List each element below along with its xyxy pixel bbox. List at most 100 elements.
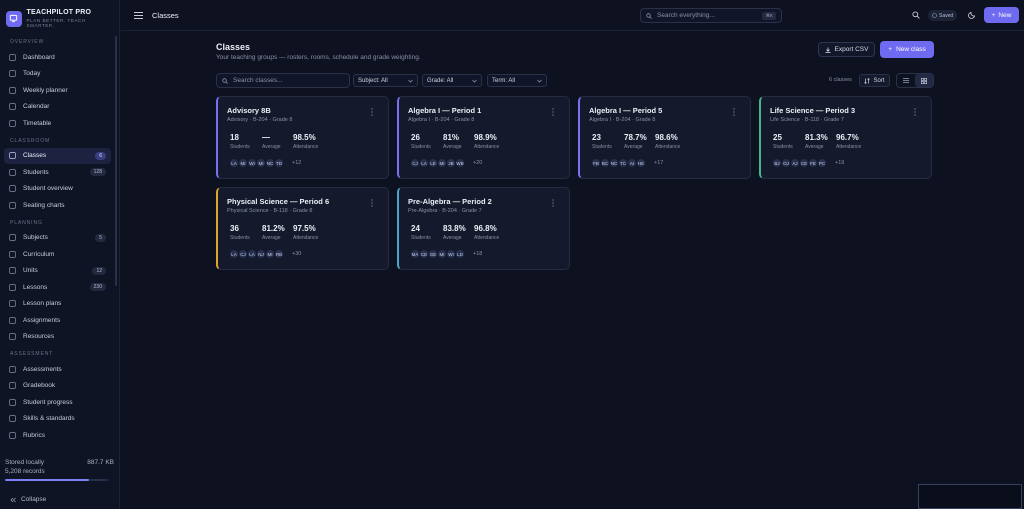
chevron-down-icon [472,79,477,83]
sidebar-section-label: ASSESSMENT [10,351,54,357]
search-icon[interactable] [911,10,921,20]
avatar: LD [455,249,465,259]
avatar: TD [274,158,284,168]
sidebar-item-calendar[interactable]: Calendar [4,99,111,116]
new-class-button[interactable]: + New class [880,41,934,58]
menu-icon[interactable] [133,10,143,20]
sidebar-item-gradebook[interactable]: Gradebook [4,378,111,395]
sidebar-item-resources[interactable]: Resources [4,329,111,346]
more-students-count: +17 [654,160,664,166]
moon-icon[interactable] [967,10,977,20]
collapse-button[interactable]: Collapse [10,496,46,503]
sidebar-item-today[interactable]: Today [4,66,111,83]
sidebar-item-dashboard[interactable]: Dashboard [4,49,111,66]
count-badge: 230 [89,283,106,292]
class-card[interactable]: Advisory 8B Advisory · B-204 · Grade 8 18 S… [216,96,389,179]
stat-value: — [262,133,270,142]
sort-button[interactable]: Sort [859,74,890,87]
stat-value: 81.2% [262,224,285,233]
stat-value: 96.7% [836,133,859,142]
grid-view-icon[interactable] [915,74,933,87]
new-button[interactable]: + New [984,7,1019,23]
clipboard-icon [9,300,16,308]
list-view-icon[interactable] [897,74,915,87]
export-csv-button[interactable]: Export CSV [818,42,875,57]
sidebar-item-rubrics[interactable]: Rubrics [4,427,111,444]
stat-label: Students [411,235,431,241]
search-icon [222,77,228,84]
search-classes-placeholder: Search classes... [233,77,283,84]
plus-icon: + [991,11,996,19]
count-badge: 12 [92,266,106,275]
more-vertical-icon[interactable] [370,108,374,116]
more-vertical-icon[interactable] [551,108,555,116]
more-vertical-icon[interactable] [732,108,736,116]
sidebar-item-label: Gradebook [23,382,56,390]
new-class-label: New class [896,46,926,53]
brand[interactable]: TEACHPILOT PRO PLAN BETTER. TEACH SMARTE… [0,0,119,37]
sidebar-item-label: Student progress [23,398,73,406]
sidebar-item-label: Lesson plans [23,300,62,308]
sidebar-item-subjects[interactable]: Subjects 5 [4,230,111,247]
stat-average: 83.8% Average [443,224,466,241]
sidebar-item-student-progress[interactable]: Student progress [4,394,111,411]
class-card[interactable]: Algebra I — Period 1 Algebra I · B-204 · … [397,96,570,179]
stat-label: Attendance [293,144,319,150]
search-classes-input[interactable]: Search classes... [216,73,350,88]
sidebar-item-label: Calendar [23,103,50,111]
stat-average: 81.3% Average [805,133,828,150]
sidebar-item-timetable[interactable]: Timetable [4,115,111,132]
stat-label: Average [443,235,462,241]
global-search-input[interactable]: Search everything... ⌘K [640,8,782,23]
stat-attendance: 98.6% Attendance [655,133,680,150]
sidebar-item-weekly-planner[interactable]: Weekly planner [4,82,111,99]
stat-label: Students [230,144,250,150]
sidebar-item-lessons[interactable]: Lessons 230 [4,279,111,296]
sidebar-item-units[interactable]: Units 12 [4,263,111,280]
stat-value: 98.9% [474,133,497,142]
sidebar-item-students[interactable]: Students 128 [4,164,111,181]
sidebar-scrollbar[interactable] [115,36,117,286]
stat-attendance: 96.7% Attendance [836,133,861,150]
sort-label: Sort [873,77,885,84]
stat-value: 81.3% [805,133,828,142]
app-tagline: PLAN BETTER. TEACH SMARTER. [26,18,86,28]
class-card[interactable]: Life Science — Period 3 Life Science · B-… [759,96,932,179]
stat-label: Attendance [474,235,500,241]
preview-thumbnail [918,484,1022,509]
sidebar-item-lesson-plans[interactable]: Lesson plans [4,296,111,313]
term-filter-select[interactable]: Term: All [487,74,547,87]
grade-filter-select[interactable]: Grade: All [422,74,482,87]
page-subtitle: Your teaching groups — rosters, rooms, s… [216,54,421,61]
stat-label: Average [443,144,462,150]
storage-indicator: Stored locally 887.7 KB 5,208 records [0,459,119,481]
stat-label: Students [411,144,431,150]
storage-size: 887.7 KB [87,459,114,466]
stat-attendance: 96.8% Attendance [474,224,499,241]
file-icon [9,284,16,291]
sidebar-item-assignments[interactable]: Assignments [4,312,111,329]
sidebar-item-label: Seating charts [23,201,65,209]
class-card[interactable]: Pre-Algebra — Period 2 Pre-Algebra · B-20… [397,187,570,270]
subject-filter-select[interactable]: Subject: All [353,74,418,87]
storage-label: Stored locally [5,459,45,466]
stat-value: 83.8% [443,224,466,233]
class-card[interactable]: Algebra I — Period 5 Algebra I · B-204 · … [578,96,751,179]
sidebar-item-assessments[interactable]: Assessments [4,361,111,378]
more-vertical-icon[interactable] [913,108,917,116]
sidebar-section-label: CLASSROOM [10,137,51,144]
stat-value: 36 [230,224,239,233]
stat-label: Attendance [474,144,500,150]
sidebar-item-seating-charts[interactable]: Seating charts [4,197,111,214]
sidebar-item-curriculum[interactable]: Curriculum [4,246,111,263]
more-vertical-icon[interactable] [370,199,374,207]
download-icon [825,47,831,53]
stat-label: Average [262,235,281,241]
new-button-label: New [998,11,1012,19]
sidebar-item-student-overview[interactable]: Student overview [4,181,111,198]
more-vertical-icon[interactable] [551,199,555,207]
sidebar-item-skills-standards[interactable]: Skills & standards [4,411,111,428]
class-card[interactable]: Physical Science — Period 6 Physical Scie… [216,187,389,270]
sidebar-item-classes[interactable]: Classes 6 [4,147,111,164]
stat-label: Students [230,235,250,241]
